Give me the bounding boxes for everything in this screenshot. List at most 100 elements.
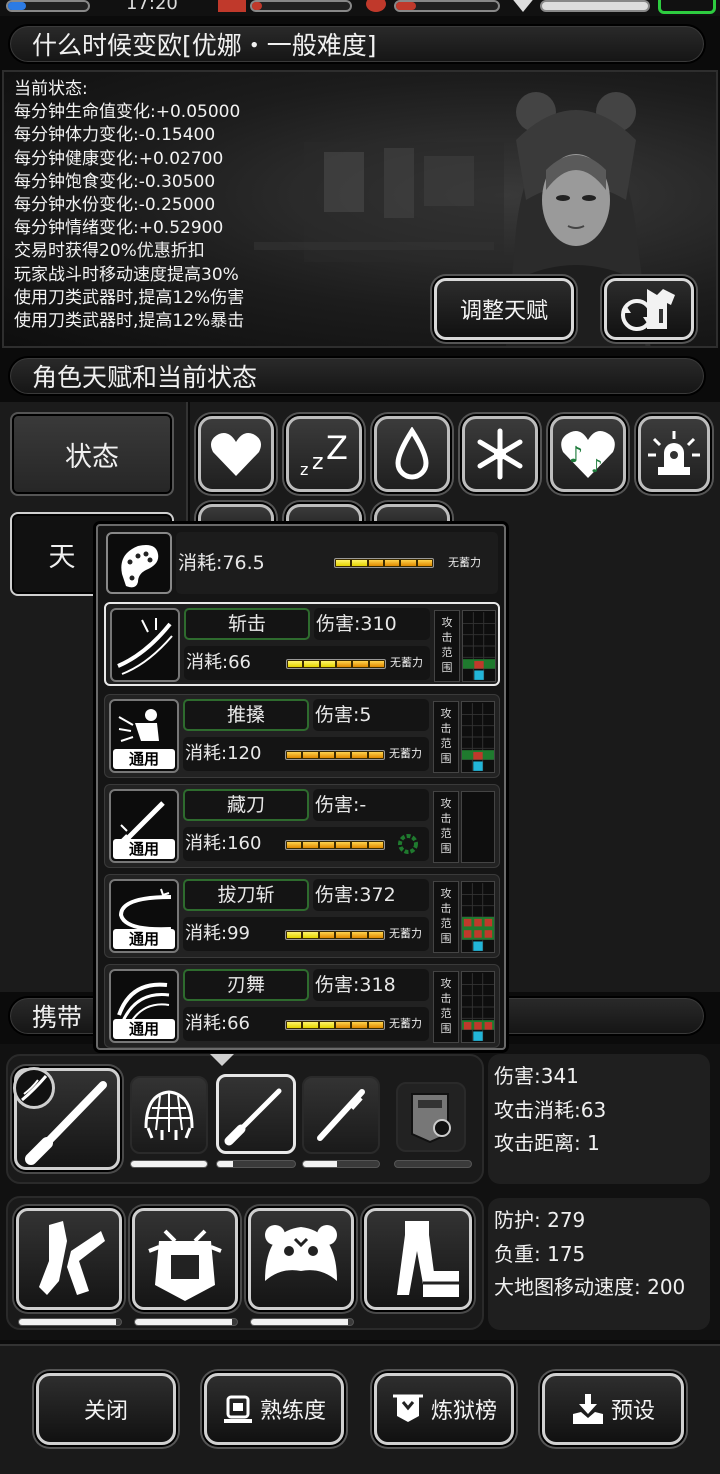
skill-damage: 伤害:372: [313, 879, 429, 911]
slash-icon: [110, 608, 180, 682]
tab-status-label: 状态: [65, 441, 119, 473]
weapon-attack-range: 攻击距离: 1: [494, 1131, 600, 1155]
status-line: 每分钟饱食变化:-0.30500: [14, 171, 216, 192]
sleep-icon[interactable]: zzZ: [286, 416, 362, 492]
status-line: 交易时获得20%优惠折扣: [14, 241, 205, 262]
attack-range-grid-empty: [461, 791, 495, 863]
status-line: 每分钟水份变化:-0.25000: [14, 195, 216, 216]
common-badge: 通用: [113, 1019, 175, 1039]
charge-label: 无蓄力: [389, 1017, 422, 1030]
skill-row-hide-blade[interactable]: 通用 藏刀 伤害:- 消耗:160 攻击范围: [104, 784, 500, 868]
skill-cost-box: 消耗:99 无蓄力: [183, 917, 429, 951]
charge-label: 无蓄力: [389, 747, 422, 760]
tab-talent-label: 天: [48, 541, 76, 573]
attack-range-label: 攻击范围: [433, 791, 459, 863]
attack-range-grid: [461, 701, 495, 773]
water-drop-icon[interactable]: [374, 416, 450, 492]
skill-cost: 消耗:99: [185, 923, 250, 944]
armor-defense: 防护: 279: [494, 1208, 586, 1232]
weapon-slot-rifle[interactable]: [302, 1076, 380, 1154]
weapon-slot-knife-selected[interactable]: [216, 1074, 296, 1154]
armor-slot-3[interactable]: [248, 1208, 354, 1310]
close-label: 关闭: [83, 1399, 128, 1424]
talent-section-title: 角色天赋和当前状态: [8, 356, 706, 396]
adjust-talent-button[interactable]: 调整天赋: [434, 278, 574, 340]
charge-gauge: [285, 1020, 385, 1030]
durability-bar-rifle: [302, 1160, 380, 1168]
armor-slot-4[interactable]: [364, 1208, 472, 1310]
charge-spinner-icon: [398, 834, 418, 854]
prison-ranking-label: 炼狱榜: [430, 1399, 497, 1424]
attack-range-label: 攻击范围: [433, 971, 459, 1043]
attack-range-grid: [461, 971, 495, 1043]
alarm-icon[interactable]: [638, 416, 710, 492]
crescent-slash-icon: 通用: [109, 879, 179, 953]
push-icon: 通用: [109, 699, 179, 773]
net-icon: [144, 1090, 194, 1140]
status-line: 使用刀类武器时,提高12%暴击: [14, 311, 245, 332]
skill-popup: 消耗:76.5 无蓄力 斩击 伤害:310 消耗:66 无蓄力 攻击范围 通用 …: [96, 524, 506, 1050]
attack-range-grid: [462, 610, 496, 682]
move-charge-gauge: [334, 558, 434, 568]
dagger-icon: 通用: [109, 789, 179, 863]
proficiency-icon: [223, 1395, 252, 1423]
slash-skill-badge: [13, 1067, 55, 1109]
skill-cost: 消耗:66: [186, 652, 251, 673]
skill-row-draw-slash[interactable]: 通用 拔刀斩 伤害:372 消耗:99 无蓄力 攻击范围: [104, 874, 500, 958]
skill-cost-box: 消耗:66 无蓄力: [184, 646, 430, 680]
durability-bar-shield: [394, 1160, 472, 1168]
heart-icon[interactable]: [198, 416, 274, 492]
common-badge: 通用: [113, 749, 175, 769]
armor-bar: [540, 0, 650, 12]
armor-slot-2[interactable]: [132, 1208, 238, 1310]
weapon-damage: 伤害:341: [494, 1064, 579, 1088]
durability-bar-armor-1: [18, 1318, 122, 1326]
weapon-slot-shield[interactable]: [396, 1082, 466, 1152]
character-title: 什么时候变欧[优娜・一般难度]: [8, 24, 706, 64]
svg-text:z: z: [300, 460, 308, 479]
weapon-attack-cost: 攻击消耗:63: [494, 1097, 607, 1122]
skill-damage: 伤害:318: [313, 969, 429, 1001]
armor-slot-1[interactable]: [16, 1208, 122, 1310]
svg-text:z: z: [312, 450, 324, 475]
common-badge: 通用: [113, 929, 175, 949]
stamina-bar: [250, 0, 352, 12]
fire-icon: [366, 0, 386, 12]
status-line: 每分钟健康变化:+0.02700: [14, 148, 224, 169]
tab-status[interactable]: 状态: [10, 412, 174, 496]
attack-range-label: 攻击范围: [433, 701, 459, 773]
close-button[interactable]: 关闭: [36, 1373, 176, 1445]
skill-name: 斩击: [184, 608, 310, 640]
adjust-talent-label: 调整天赋: [459, 299, 548, 324]
rifle-icon: [317, 1089, 365, 1141]
durability-bar-armor-3: [250, 1318, 354, 1326]
charge-label: 无蓄力: [390, 656, 423, 669]
status-info-panel: 当前状态: 每分钟生命值变化:+0.05000 每分钟体力变化:-0.15400…: [2, 70, 718, 348]
attack-range-label: 攻击范围: [434, 610, 460, 682]
change-outfit-button[interactable]: [604, 278, 694, 340]
skill-damage: 伤害:5: [313, 699, 429, 731]
charge-gauge: [285, 930, 385, 940]
banner-icon: [392, 1394, 423, 1422]
pants-boots-icon: [397, 1221, 459, 1297]
section-title: 携带: [32, 1003, 83, 1032]
weapon-slot-main[interactable]: [13, 1067, 120, 1170]
durability-bar-net: [130, 1160, 208, 1168]
skill-row-push[interactable]: 通用 推搡 伤害:5 消耗:120 无蓄力 攻击范围: [104, 694, 500, 778]
prison-ranking-button[interactable]: 炼狱榜: [374, 1373, 514, 1445]
outfit-icon: [39, 1221, 105, 1295]
knife-icon: [224, 1088, 282, 1146]
svg-text:♪: ♪: [591, 456, 603, 477]
clock: 17:20: [126, 0, 178, 14]
blade-dance-icon: 通用: [109, 969, 179, 1043]
proficiency-button[interactable]: 熟练度: [204, 1373, 344, 1445]
hunger-bar: [394, 0, 500, 12]
preset-button[interactable]: 预设: [542, 1373, 684, 1445]
music-heart-icon[interactable]: ♪ ♪: [550, 416, 626, 492]
weapon-slot-net[interactable]: [130, 1076, 208, 1154]
skill-row-blade-dance[interactable]: 通用 刃舞 伤害:318 消耗:66 无蓄力 攻击范围: [104, 964, 500, 1048]
footprint-icon: [106, 532, 172, 594]
snowflake-icon[interactable]: [462, 416, 538, 492]
skill-row-slash[interactable]: 斩击 伤害:310 消耗:66 无蓄力 攻击范围: [104, 602, 500, 686]
charge-gauge: [286, 659, 386, 669]
